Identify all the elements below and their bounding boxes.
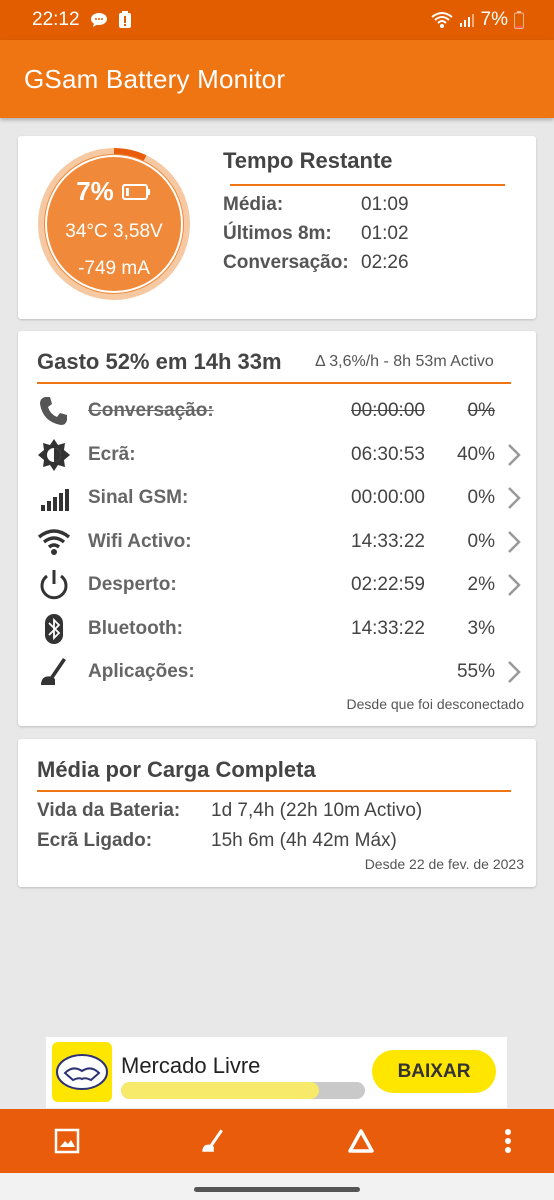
usage-title: Gasto 52% em 14h 33m [37, 349, 282, 374]
bluetooth-icon [37, 612, 77, 646]
time-row-value: 02:26 [361, 252, 409, 273]
usage-row-time: 14:33:22 [351, 531, 425, 552]
usage-row-time: 02:22:59 [351, 574, 425, 595]
full-charge-card[interactable]: Média por Carga Completa Vida da Bateria… [18, 739, 536, 887]
ad-install-button[interactable]: BAIXAR [372, 1050, 496, 1093]
time-row-talk: Conversação: 02:26 [223, 252, 409, 274]
usage-row-wifi[interactable]: Wifi Activo: 14:33:22 0% [37, 524, 527, 560]
full-charge-since: Desde 22 de fev. de 2023 [364, 856, 524, 872]
app-title: GSam Battery Monitor [24, 63, 286, 94]
full-charge-value: 1d 7,4h (22h 10m Activo) [211, 800, 423, 821]
time-row-average: Média: 01:09 [223, 194, 409, 216]
home-gesture-handle[interactable] [194, 1187, 360, 1192]
full-charge-title: Média por Carga Completa [37, 757, 316, 782]
usage-row-name: Desperto: [88, 574, 177, 595]
power-icon [37, 568, 77, 602]
usage-row-pct: 0% [467, 400, 495, 421]
usage-row-time: 00:00:00 [351, 400, 425, 421]
usage-row-gsm[interactable]: Sinal GSM: 00:00:00 0% [37, 480, 527, 516]
usage-row-name: Aplicações: [88, 661, 195, 682]
usage-row-awake[interactable]: Desperto: 02:22:59 2% [37, 567, 527, 603]
usage-row-name: Ecrã: [88, 444, 136, 465]
apps-icon [37, 655, 77, 689]
chevron-right-icon[interactable] [507, 486, 521, 515]
usage-row-screen[interactable]: Ecrã: 06:30:53 40% [37, 437, 527, 473]
since-unplugged-note: Desde que foi desconectado [346, 696, 524, 712]
time-row-value: 01:02 [361, 223, 409, 244]
full-charge-value: 15h 6m (4h 42m Máx) [211, 830, 397, 851]
apps-icon[interactable] [193, 1121, 233, 1161]
usage-row-apps[interactable]: Aplicações: 55% [37, 654, 527, 690]
battery-icon [121, 176, 152, 207]
signal-icon [459, 12, 475, 28]
more-vert-icon[interactable] [488, 1121, 528, 1161]
battery-current: -749 mA [78, 258, 150, 279]
app-bar: GSam Battery Monitor [0, 40, 554, 118]
time-remaining-title: Tempo Restante [223, 148, 393, 173]
chat-bubble-icon [90, 12, 108, 28]
usage-row-pct: 0% [467, 487, 495, 508]
wifi-icon [37, 525, 77, 559]
usage-row-pct: 55% [456, 661, 495, 682]
ad-banner[interactable]: Mercado Livre BAIXAR [46, 1037, 507, 1108]
usage-row-name: Wifi Activo: [88, 531, 192, 552]
delta-icon[interactable] [341, 1121, 381, 1161]
time-row-value: 01:09 [361, 194, 409, 215]
usage-row-name: Sinal GSM: [88, 487, 189, 508]
bottom-navigation [0, 1109, 554, 1173]
battery-low-icon [514, 11, 524, 29]
battery-percent: 7% [76, 176, 114, 206]
status-bar: 22:12 7% [0, 0, 554, 40]
ad-progress-fill [121, 1082, 319, 1099]
time-row-label: Conversação: [223, 252, 349, 273]
chevron-right-icon[interactable] [507, 530, 521, 559]
battery-temp-voltage: 34°C 3,58V [65, 221, 163, 242]
mercado-livre-logo [52, 1042, 112, 1102]
ad-progress-bar [121, 1082, 365, 1099]
usage-row-time: 00:00:00 [351, 487, 425, 508]
phone-icon [37, 394, 77, 428]
full-charge-label: Vida da Bateria: [37, 800, 181, 821]
usage-row-pct: 40% [456, 444, 495, 465]
usage-divider [37, 382, 511, 384]
full-charge-divider [37, 790, 511, 792]
chevron-right-icon[interactable] [507, 660, 521, 689]
usage-row-pct: 0% [467, 531, 495, 552]
full-charge-row-screen-on: Ecrã Ligado: 15h 6m (4h 42m Máx) [37, 830, 397, 852]
wifi-icon [430, 11, 453, 29]
status-time: 22:12 [32, 9, 80, 30]
chevron-right-icon[interactable] [507, 573, 521, 602]
usage-row-bluetooth[interactable]: Bluetooth: 14:33:22 3% [37, 611, 527, 647]
time-remaining-divider [230, 184, 505, 186]
usage-row-name: Bluetooth: [88, 618, 183, 639]
time-row-label: Média: [223, 194, 284, 215]
full-charge-label: Ecrã Ligado: [37, 830, 153, 851]
battery-ring-text: 7% 34°C 3,58V -749 mA [36, 146, 192, 302]
time-row-last-8m: Últimos 8m: 01:02 [223, 223, 409, 245]
status-battery-percent: 7% [480, 9, 508, 30]
time-row-label: Últimos 8m: [223, 223, 332, 244]
usage-row-time: 14:33:22 [351, 618, 425, 639]
alert-icon [118, 11, 132, 29]
usage-row-pct: 3% [467, 618, 495, 639]
usage-row-time: 06:30:53 [351, 444, 425, 465]
time-remaining-card[interactable]: 7% 34°C 3,58V -749 mA Tempo Restante Méd… [18, 136, 536, 319]
signal-bars-icon [37, 481, 77, 515]
image-icon[interactable] [47, 1121, 87, 1161]
usage-row-name: Conversação: [88, 400, 214, 421]
ad-app-name: Mercado Livre [121, 1053, 261, 1078]
full-charge-row-battery-life: Vida da Bateria: 1d 7,4h (22h 10m Activo… [37, 800, 422, 822]
usage-row-talk[interactable]: Conversação: 00:00:00 0% [37, 393, 527, 429]
brightness-icon [37, 438, 77, 472]
usage-subtitle: Δ 3,6%/h - 8h 53m Activo [315, 353, 494, 370]
usage-row-pct: 2% [467, 574, 495, 595]
usage-card: Gasto 52% em 14h 33m Δ 3,6%/h - 8h 53m A… [18, 331, 536, 726]
chevron-right-icon[interactable] [507, 443, 521, 472]
